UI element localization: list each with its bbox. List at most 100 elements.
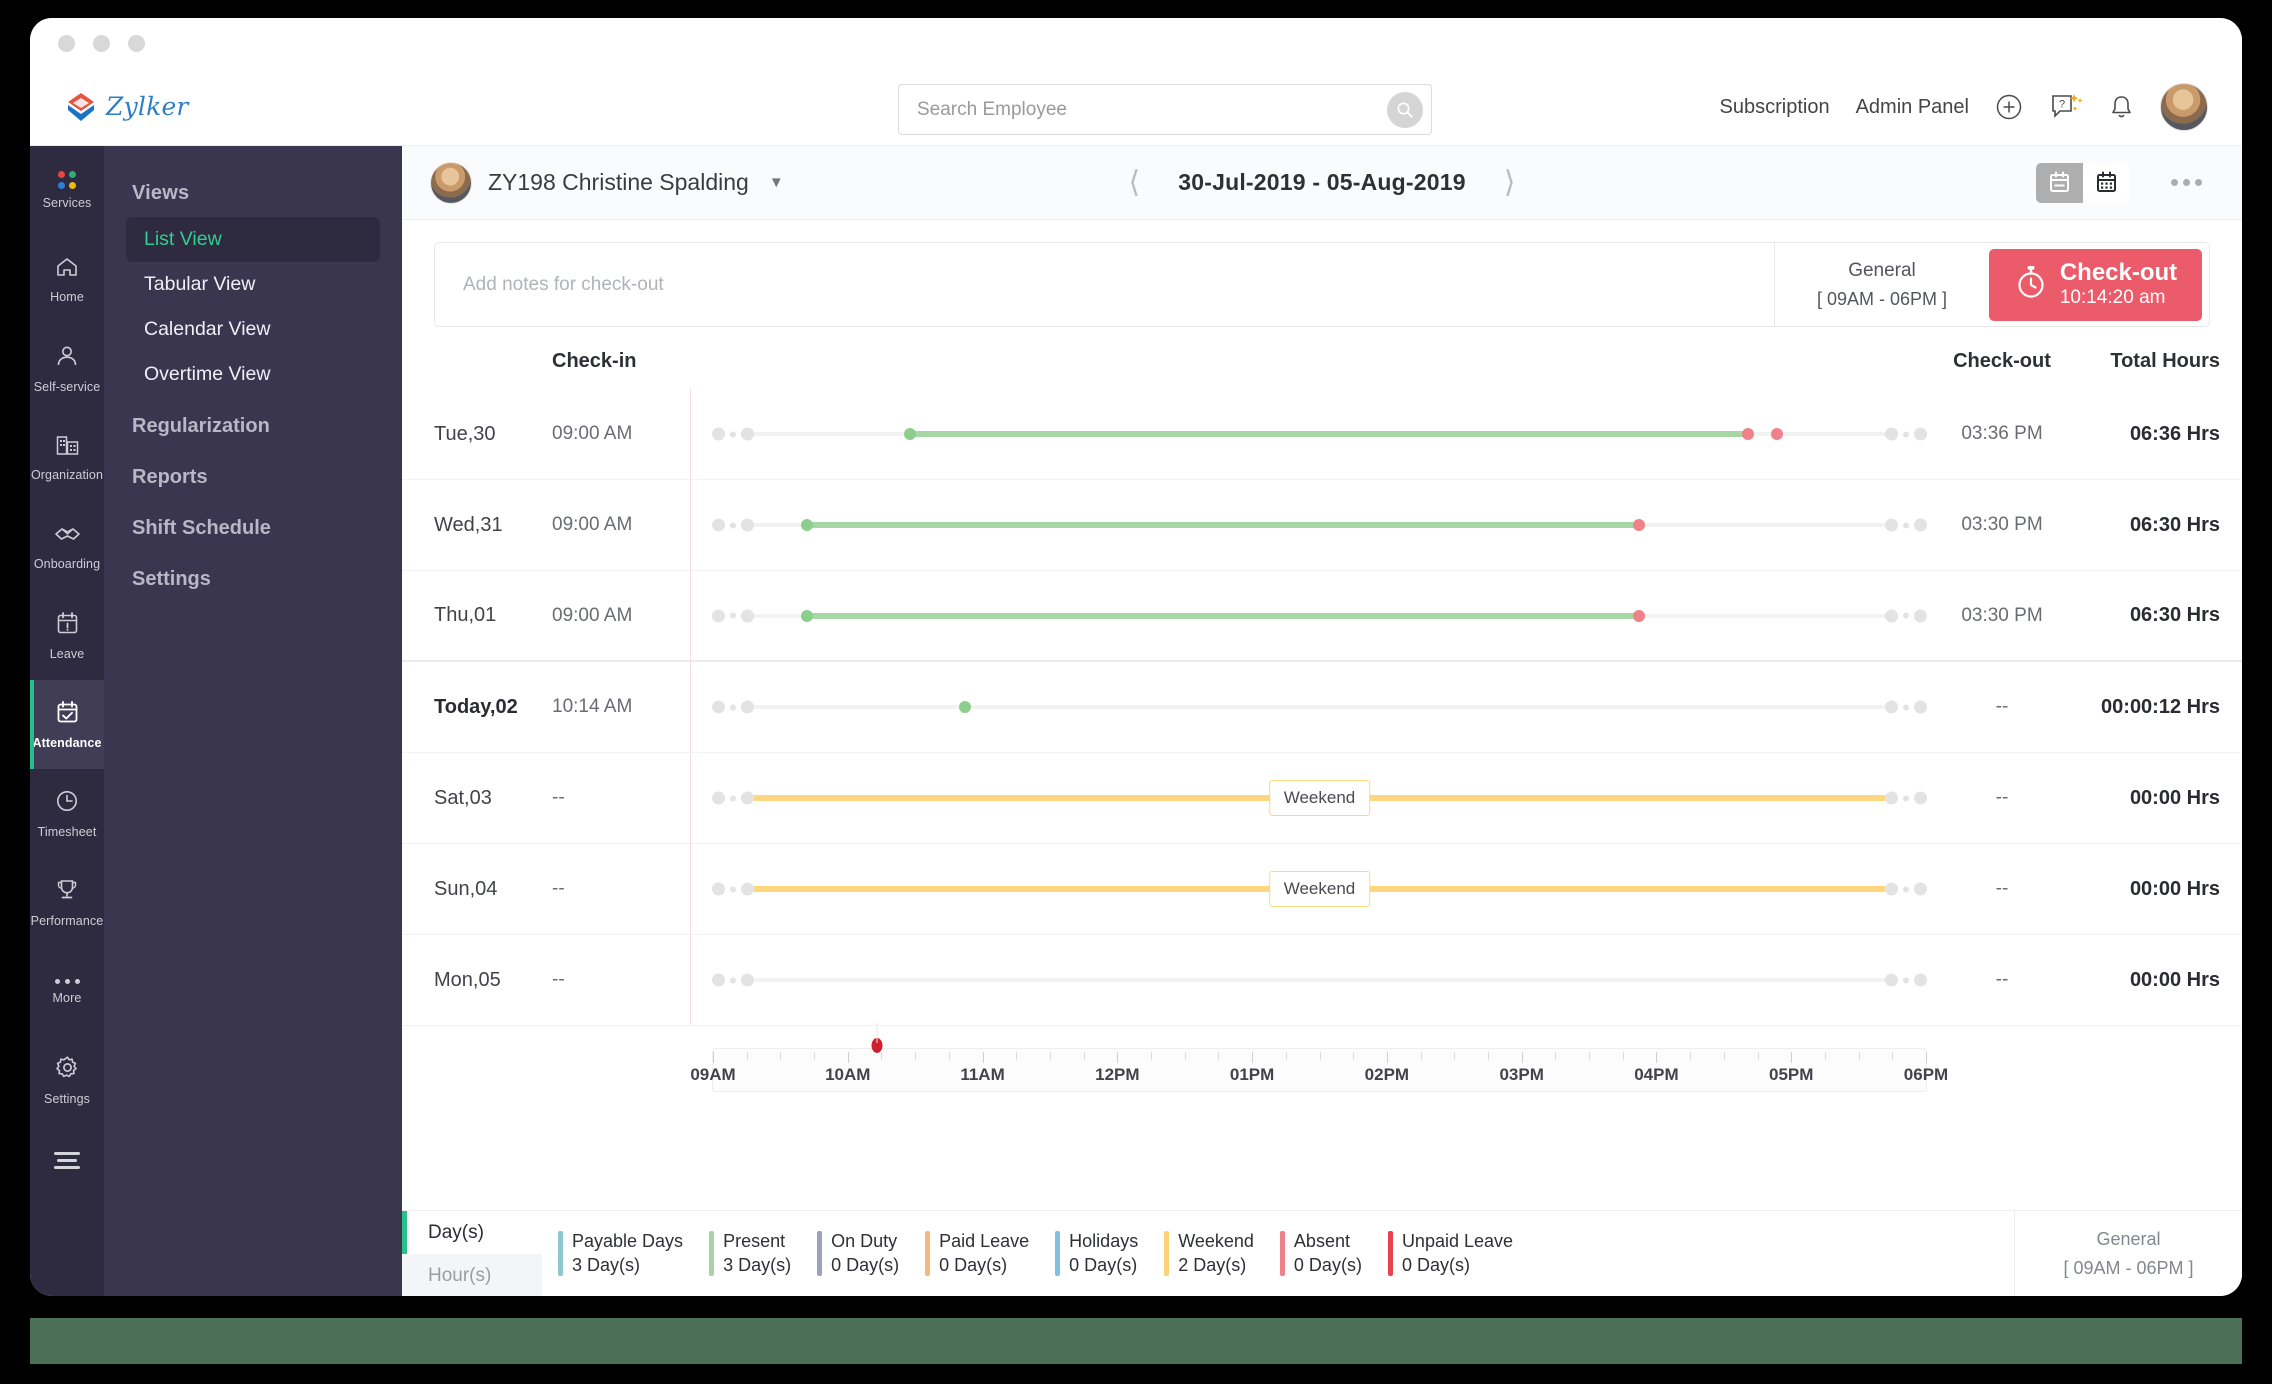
calendar-grid-icon[interactable] (2083, 162, 2130, 203)
sidebar-item-services[interactable]: Services (30, 146, 104, 235)
main-content: ZY198 Christine Spalding ▼ ⟨ 30-Jul-2019… (402, 146, 2242, 1296)
list-view-icon[interactable] (2036, 162, 2083, 203)
checkout-point (1632, 609, 1645, 622)
subscription-link[interactable]: Subscription (1720, 96, 1830, 119)
axis-tick-major (1926, 1052, 1927, 1063)
check-out-label: Check-out (2059, 259, 2178, 287)
axis-tick-minor (1420, 1052, 1422, 1060)
table-row[interactable]: Tue,30 09:00 AM 03:36 PM 06:36 Hrs (402, 389, 2242, 480)
axis-tick-major (982, 1052, 984, 1063)
sidebar-item-settings[interactable]: Settings (30, 1036, 104, 1125)
handshake-icon (54, 523, 81, 550)
app-window: Zylker Subscription Admin Panel (30, 18, 2242, 1296)
axis-tick-minor (1285, 1052, 1287, 1060)
trophy-icon (55, 878, 79, 907)
nav-item-overtime-view[interactable]: Overtime View (126, 352, 380, 397)
employee-selector[interactable]: ZY198 Christine Spalding ▼ (430, 161, 784, 204)
window-minimize-dot[interactable] (93, 34, 110, 52)
now-indicator-line (690, 935, 692, 1025)
table-row[interactable]: Sat,03 -- Weekend -- 00:00 Hrs (402, 753, 2242, 844)
search-box[interactable] (898, 84, 1432, 135)
nav-item-tabular-view[interactable]: Tabular View (126, 262, 380, 307)
sidebar-item-leave[interactable]: Leave (30, 591, 104, 680)
checkout-point (1771, 428, 1784, 440)
row-checkout: -- (1995, 969, 2009, 990)
axis-tick-label: 06PM (1903, 1065, 1949, 1084)
window-maximize-dot[interactable] (128, 34, 145, 52)
row-checkout: 03:36 PM (1961, 423, 2043, 444)
admin-panel-link[interactable]: Admin Panel (1856, 96, 1969, 119)
sidebar-item-onboarding[interactable]: Onboarding (30, 502, 104, 591)
check-out-button[interactable]: Check-out 10:14:20 am (1989, 248, 2202, 321)
row-day: Today,02 (434, 695, 518, 718)
table-row[interactable]: Mon,05 -- -- 00:00 Hrs (402, 935, 2242, 1026)
unit-days[interactable]: Day(s) (402, 1211, 542, 1254)
nav-item-reports[interactable]: Reports (104, 448, 402, 499)
nav-item-regularization[interactable]: Regularization (104, 397, 402, 448)
nav-item-shift-schedule[interactable]: Shift Schedule (104, 499, 402, 550)
bell-icon[interactable] (2109, 94, 2134, 121)
user-avatar[interactable] (2160, 83, 2208, 131)
checkin-point (800, 609, 813, 622)
sidebar-item-performance[interactable]: Performance (30, 858, 104, 947)
chevron-right-icon[interactable]: ⟩ (1504, 167, 1516, 198)
summary-footer: Day(s) Hour(s) Payable Days 3 Day(s) Prese… (402, 1210, 2242, 1296)
legend-color-bar (1055, 1231, 1061, 1276)
nav-item-settings[interactable]: Settings (104, 550, 402, 601)
sidebar-item-self-service[interactable]: Self-service (30, 324, 104, 413)
axis-tick-label: 04PM (1634, 1065, 1679, 1084)
legend-color-bar (709, 1231, 715, 1276)
plus-circle-icon[interactable] (1995, 93, 2023, 121)
nav-item-list-view[interactable]: List View (126, 217, 380, 262)
sidebar-item-more[interactable]: More (30, 947, 104, 1036)
present-bar (909, 431, 1749, 437)
sidebar-item-attendance[interactable]: Attendance (30, 680, 104, 769)
now-indicator-line (690, 480, 692, 570)
legend-value: 0 Day(s) (939, 1255, 1008, 1275)
search-input[interactable] (917, 98, 1387, 121)
axis-tick-minor (814, 1052, 816, 1060)
sidebar-item-timesheet[interactable]: Timesheet (30, 769, 104, 858)
legend-item: Weekend 2 Day(s) (1164, 1231, 1254, 1276)
legend-name: Paid Leave (939, 1231, 1030, 1251)
checkout-notes-input[interactable]: Add notes for check-out (435, 274, 1774, 296)
unit-hours[interactable]: Hour(s) (402, 1254, 542, 1296)
timeline-axis-zone: 09AM 10AM 11AM 12PM 01PM 02PM 03PM 04PM 05PM 06PM (402, 1023, 2242, 1102)
timeline-base (752, 705, 1887, 709)
table-row[interactable]: Thu,01 09:00 AM 03:30 PM 06:30 Hrs (402, 571, 2242, 662)
kebab-menu-icon[interactable] (2171, 179, 2202, 186)
sidebar-item-organization[interactable]: Organization (30, 413, 104, 502)
date-range-label: 30-Jul-2019 - 05-Aug-2019 (1178, 169, 1466, 195)
primary-nav-rail: Services Home Self-service Organization … (30, 146, 104, 1296)
row-total-hours: 00:00 Hrs (2129, 968, 2220, 991)
time-axis-scale: 09AM 10AM 11AM 12PM 01PM 02PM 03PM 04PM 05PM 06PM (690, 1023, 1948, 1092)
svg-text:?: ? (2059, 99, 2065, 111)
zylker-logo-icon (64, 90, 98, 124)
legend-item: Absent 0 Day(s) (1279, 1231, 1362, 1276)
table-row[interactable]: Today,02 10:14 AM -- 00:00:12 Hrs (402, 662, 2242, 753)
row-day: Thu,01 (434, 604, 497, 626)
search-icon[interactable] (1387, 91, 1423, 128)
chevron-left-icon[interactable]: ⟨ (1129, 167, 1141, 198)
legend-color-bar (1387, 1231, 1393, 1276)
brand-logo[interactable]: Zylker (64, 90, 189, 124)
legend-color-bar (1279, 1231, 1285, 1276)
col-header-checkin: Check-in (552, 349, 637, 372)
gear-icon (55, 1055, 80, 1085)
nav-item-calendar-view[interactable]: Calendar View (126, 307, 380, 352)
sidebar-item-home[interactable]: Home (30, 235, 104, 324)
table-row[interactable]: Wed,31 09:00 AM 03:30 PM 06:30 Hrs (402, 480, 2242, 571)
window-close-dot[interactable] (58, 34, 75, 52)
axis-tick-label: 12PM (1095, 1065, 1140, 1084)
legend-item: Payable Days 3 Day(s) (558, 1231, 683, 1276)
axis-tick-minor (1049, 1052, 1051, 1060)
help-chat-icon[interactable]: ? (2049, 92, 2083, 122)
axis-tick-minor (1892, 1052, 1894, 1060)
sidebar-collapse-button[interactable] (30, 1125, 104, 1195)
axis-tick-minor (1555, 1052, 1557, 1060)
chevron-down-icon[interactable]: ▼ (769, 174, 784, 191)
table-row[interactable]: Sun,04 -- Weekend -- 00:00 Hrs (402, 844, 2242, 935)
row-timeline (712, 607, 1927, 625)
timeline-start-cap (712, 882, 754, 896)
timeline-start-cap (712, 427, 754, 441)
